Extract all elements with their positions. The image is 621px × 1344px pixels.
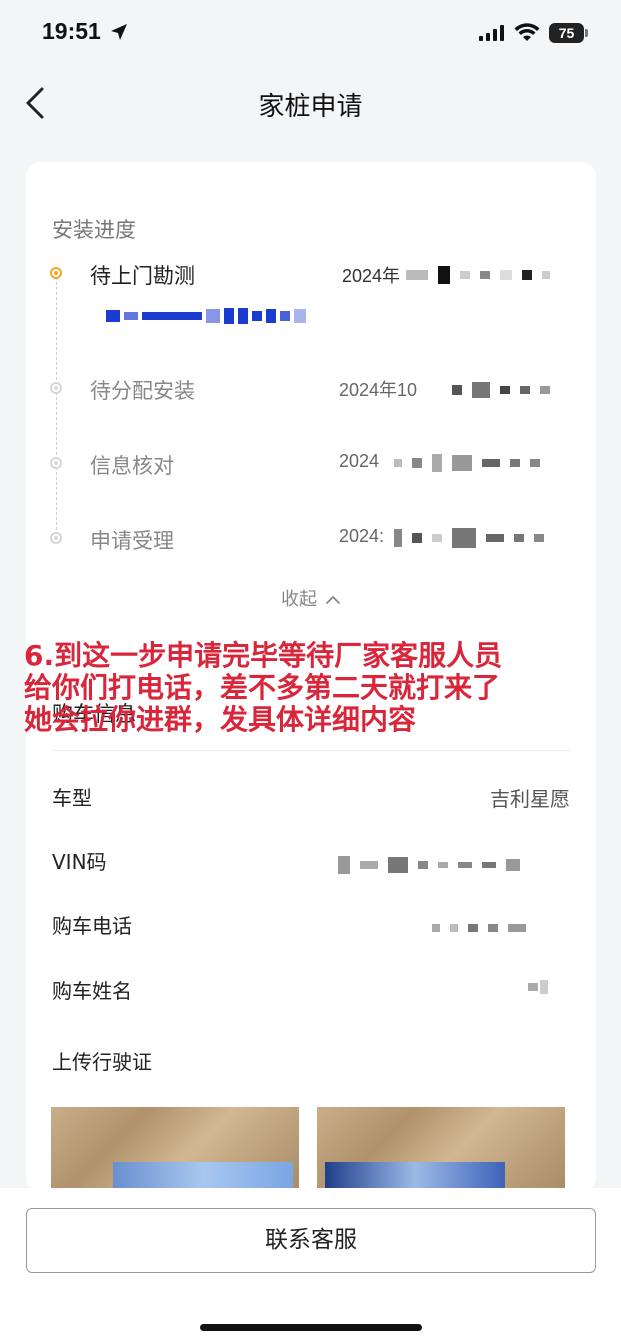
license-photo-thumbnail[interactable] — [317, 1107, 565, 1194]
redacted-mosaic — [432, 924, 526, 932]
collapse-button[interactable]: 收起 — [26, 585, 596, 611]
redacted-mosaic — [106, 308, 306, 324]
field-label-model: 车型 — [52, 786, 92, 810]
location-arrow-icon — [111, 24, 127, 40]
field-value-model: 吉利星愿 — [490, 787, 570, 811]
redacted-mosaic — [452, 382, 550, 398]
timeline-dot — [50, 457, 62, 469]
field-label-phone: 购车电话 — [52, 914, 132, 938]
signal-icon — [479, 25, 504, 41]
collapse-label: 收起 — [281, 589, 317, 610]
status-bar: 19:51 75 — [0, 0, 621, 66]
step-date: 2024年10 — [339, 380, 418, 400]
status-time: 19:51 — [42, 18, 101, 44]
battery-tip — [585, 29, 588, 37]
battery-level: 75 — [549, 23, 584, 43]
divider — [52, 750, 570, 751]
redacted-mosaic — [338, 856, 520, 874]
redacted-mosaic — [406, 266, 550, 284]
step-label: 待上门勘测 — [90, 264, 195, 288]
timeline-line — [56, 272, 57, 540]
application-card: 安装进度 待上门勘测 2024年 待分配安装 2024年10 信息核对 2024… — [24, 162, 596, 1194]
step-date: 2024年 — [342, 266, 401, 286]
step-label: 信息核对 — [90, 454, 174, 478]
timeline-dot — [50, 532, 62, 544]
redacted-mosaic — [528, 980, 548, 994]
step-label: 申请受理 — [90, 529, 174, 553]
field-label-name: 购车姓名 — [52, 979, 132, 1003]
home-indicator — [200, 1324, 422, 1331]
annotation-line: 她会拉你进群，发具体详细内容 — [24, 703, 417, 736]
step-date: 2024: — [339, 526, 385, 546]
redacted-mosaic — [394, 528, 544, 548]
nav-bar: 家桩申请 — [0, 66, 621, 140]
step-label: 待分配安装 — [90, 379, 195, 403]
timeline-dot — [50, 382, 62, 394]
contact-support-button[interactable]: 联系客服 — [26, 1208, 596, 1273]
chevron-up-icon — [326, 595, 340, 604]
timeline-dot-active — [50, 267, 62, 279]
license-photo-thumbnail[interactable] — [51, 1107, 299, 1194]
bottom-bar: 联系客服 — [0, 1188, 621, 1344]
page-title: 家桩申请 — [258, 92, 363, 122]
upload-license-label: 上传行驶证 — [52, 1050, 152, 1074]
field-label-vin: VIN码 — [52, 850, 107, 874]
wifi-icon — [514, 23, 540, 41]
annotation-line: 给你们打电话，差不多第二天就打来了 — [24, 671, 501, 704]
annotation-line: 6.到这一步申请完毕等待厂家客服人员 — [24, 639, 503, 672]
step-date: 2024 — [339, 451, 380, 471]
progress-section-title: 安装进度 — [52, 218, 136, 242]
redacted-mosaic — [394, 454, 540, 472]
battery-icon: 75 — [549, 23, 589, 43]
overlay-annotation: 6.到这一步申请完毕等待厂家客服人员 给你们打电话，差不多第二天就打来了 她会拉… — [24, 640, 604, 736]
